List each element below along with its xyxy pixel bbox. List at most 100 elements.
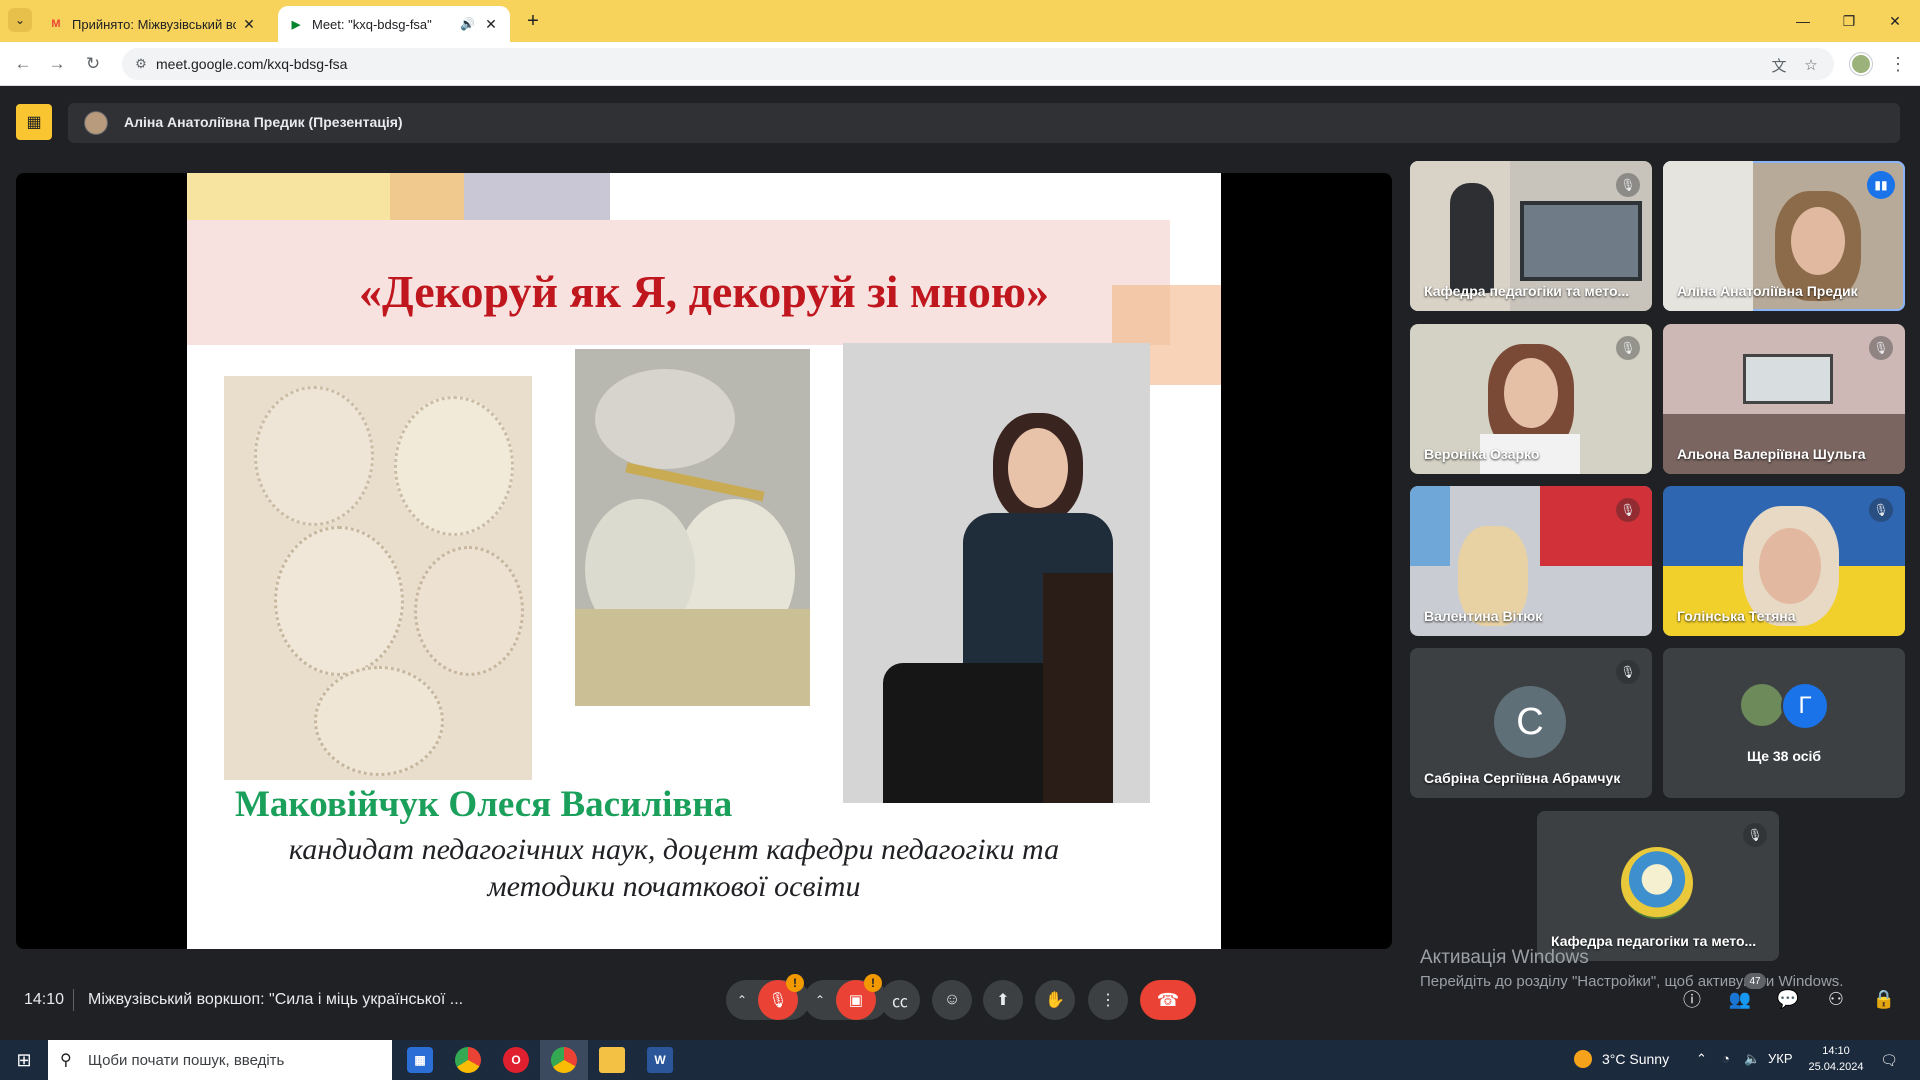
chrome-icon xyxy=(551,1047,577,1073)
audio-settings-chevron-icon[interactable]: ⌃ xyxy=(726,993,758,1007)
participant-tile[interactable]: 🎙 Голінська Тетяна xyxy=(1663,486,1905,636)
microphone-off-button[interactable]: 🎙! xyxy=(758,974,804,1020)
close-tab-icon[interactable]: ✕ xyxy=(482,16,500,33)
meet-icon: ▶ xyxy=(291,18,301,31)
speaker-position-line: методики початкової освіти xyxy=(487,870,861,903)
chat-icon[interactable]: 💬 xyxy=(1770,981,1806,1017)
department-logo xyxy=(1621,847,1693,919)
forward-button[interactable]: → xyxy=(44,51,70,77)
taskbar-search[interactable]: ⚲ Щоби почати пошук, введіть xyxy=(48,1040,392,1080)
notifications-icon[interactable]: 🗨 xyxy=(1878,1050,1900,1070)
tab-title: Meet: "kxq-bdsg-fsa" xyxy=(312,16,432,32)
speaker-position-line: кандидат педагогічних наук, доцент кафед… xyxy=(288,833,1060,866)
tab-gmail[interactable]: M Прийнято: Міжвузівський во... ✕ xyxy=(38,6,268,42)
profile-avatar[interactable] xyxy=(1850,53,1872,75)
tray-expand-icon[interactable]: ⌃ xyxy=(1696,1051,1707,1067)
bookmark-star-icon[interactable]: ☆ xyxy=(1800,54,1822,76)
emoji-reaction-button[interactable]: ☺ xyxy=(932,980,972,1020)
participant-video xyxy=(1520,201,1642,281)
captions-button[interactable]: ㏄ xyxy=(880,980,920,1020)
close-window-button[interactable]: ✕ xyxy=(1872,8,1918,34)
address-bar[interactable]: ⚙ meet.google.com/kxq-bdsg-fsa 文 ☆ xyxy=(122,48,1834,80)
meeting-details-icon[interactable]: ⓘ xyxy=(1674,981,1710,1017)
warning-icon: ! xyxy=(786,974,804,992)
reload-button[interactable]: ↻ xyxy=(80,51,106,77)
taskbar-app-explorer[interactable] xyxy=(588,1040,636,1080)
host-controls-icon[interactable]: 🔒 xyxy=(1866,981,1902,1017)
url-text: meet.google.com/kxq-bdsg-fsa xyxy=(156,56,348,72)
participant-name: Альона Валеріївна Шульга xyxy=(1677,446,1866,462)
opera-icon: O xyxy=(503,1047,529,1073)
participant-video xyxy=(1791,207,1845,275)
taskbar-clock[interactable]: 14:10 25.04.2024 xyxy=(1806,1043,1866,1075)
store-icon: ▦ xyxy=(407,1047,433,1073)
weather-text: 3°C Sunny xyxy=(1602,1051,1670,1067)
present-now-button[interactable]: ⬆ xyxy=(983,980,1023,1020)
taskbar-time: 14:10 xyxy=(1822,1045,1850,1057)
new-tab-button[interactable]: + xyxy=(520,8,546,34)
taskbar-app-store[interactable]: ▦ xyxy=(396,1040,444,1080)
participant-tile[interactable]: С 🎙 Сабріна Сергіївна Абрамчук xyxy=(1410,648,1652,798)
site-info-icon[interactable]: ⚙ xyxy=(132,55,150,73)
presenter-avatar xyxy=(84,111,108,135)
mic-off-icon: 🎙 xyxy=(1869,498,1893,522)
minimize-button[interactable]: — xyxy=(1780,8,1826,34)
tab-meet[interactable]: ▶ Meet: "kxq-bdsg-fsa" 🔊 ✕ xyxy=(278,6,510,42)
windows-taskbar: ⊞ ⚲ Щоби почати пошук, введіть ▦ O W 3°C… xyxy=(0,1040,1920,1080)
more-participants-tile[interactable]: Г Ще 38 осіб xyxy=(1663,648,1905,798)
windows-start-icon[interactable]: ⊞ xyxy=(0,1040,48,1080)
more-options-button[interactable]: ⋮ xyxy=(1088,980,1128,1020)
participant-tile[interactable]: 🎙 Вероніка Озарко xyxy=(1410,324,1652,474)
participant-video xyxy=(1410,486,1450,566)
participant-video xyxy=(1743,354,1833,404)
participant-tile[interactable]: 🎙 Кафедра педагогіки та мето... xyxy=(1410,161,1652,311)
video-settings-chevron-icon[interactable]: ⌃ xyxy=(804,993,836,1007)
eggs-nest-photo xyxy=(575,349,810,706)
restore-button[interactable]: ❐ xyxy=(1826,8,1872,34)
taskbar-app-chrome[interactable] xyxy=(444,1040,492,1080)
volume-muted-icon[interactable]: 🔈 xyxy=(1744,1051,1760,1067)
taskbar-app-opera[interactable]: O xyxy=(492,1040,540,1080)
network-icon[interactable]: ◔ xyxy=(1722,1051,1730,1066)
close-tab-icon[interactable]: ✕ xyxy=(240,16,258,33)
tab-audio-icon[interactable]: 🔊 xyxy=(460,17,478,31)
leave-call-button[interactable]: ☎ xyxy=(1140,980,1196,1020)
tab-title: Прийнято: Міжвузівський во... xyxy=(72,16,236,32)
participant-tile[interactable]: 🎙 Валентина Вітюк xyxy=(1410,486,1652,636)
activities-icon[interactable]: ⚇ xyxy=(1818,981,1854,1017)
participant-avatar xyxy=(1739,682,1785,728)
participant-tile[interactable]: ▮▮ Аліна Анатоліївна Предик xyxy=(1663,161,1905,311)
portrait-photo xyxy=(843,343,1150,803)
folder-icon xyxy=(599,1047,625,1073)
browser-menu-icon[interactable]: ⋮ xyxy=(1888,51,1908,77)
tab-search-button[interactable]: ⌄ xyxy=(8,8,32,32)
participant-name: Кафедра педагогіки та мето... xyxy=(1424,283,1630,299)
weather-widget[interactable]: 3°C Sunny xyxy=(1574,1050,1669,1068)
camera-off-button[interactable]: ▣! xyxy=(836,974,882,1020)
taskbar-app-chrome-active[interactable] xyxy=(540,1040,588,1080)
slide-title: «Декоруй як Я, декоруй зі мною» xyxy=(359,266,1049,317)
meeting-title[interactable]: Міжвузівський воркшоп: "Сила і міць укра… xyxy=(88,991,463,1009)
raise-hand-button[interactable]: ✋ xyxy=(1035,980,1075,1020)
participant-tile[interactable]: 🎙 Альона Валеріївна Шульга xyxy=(1663,324,1905,474)
gmail-icon: M xyxy=(51,18,61,30)
translate-icon[interactable]: 文 xyxy=(1768,54,1790,76)
meeting-time: 14:10 xyxy=(24,991,65,1008)
people-icon[interactable]: 👥 47 xyxy=(1722,973,1766,1017)
participant-tile[interactable]: 🎙 Кафедра педагогіки та мето... xyxy=(1537,811,1779,961)
back-button[interactable]: ← xyxy=(10,51,36,77)
participant-name: Вероніка Озарко xyxy=(1424,446,1540,462)
taskbar-date: 25.04.2024 xyxy=(1808,1061,1864,1073)
mic-off-icon: 🎙 xyxy=(1743,823,1767,847)
browser-tab-strip: ⌄ M Прийнято: Міжвузівський во... ✕ ▶ Me… xyxy=(0,0,1920,42)
warning-icon: ! xyxy=(864,974,882,992)
presentation-slide: «Декоруй як Я, декоруй зі мною» Маковійч… xyxy=(187,173,1221,949)
participant-video xyxy=(1504,358,1558,428)
meet-app: ▦ Аліна Анатоліївна Предик (Презентація)… xyxy=(0,87,1920,1040)
mic-off-icon: 🎙 xyxy=(1616,660,1640,684)
keyboard-language[interactable]: УКР xyxy=(1768,1051,1793,1066)
participant-video xyxy=(1540,486,1652,566)
more-participants-label: Ще 38 осіб xyxy=(1746,748,1822,764)
stop-presenting-icon[interactable]: ▦ xyxy=(16,104,52,140)
taskbar-app-word[interactable]: W xyxy=(636,1040,684,1080)
